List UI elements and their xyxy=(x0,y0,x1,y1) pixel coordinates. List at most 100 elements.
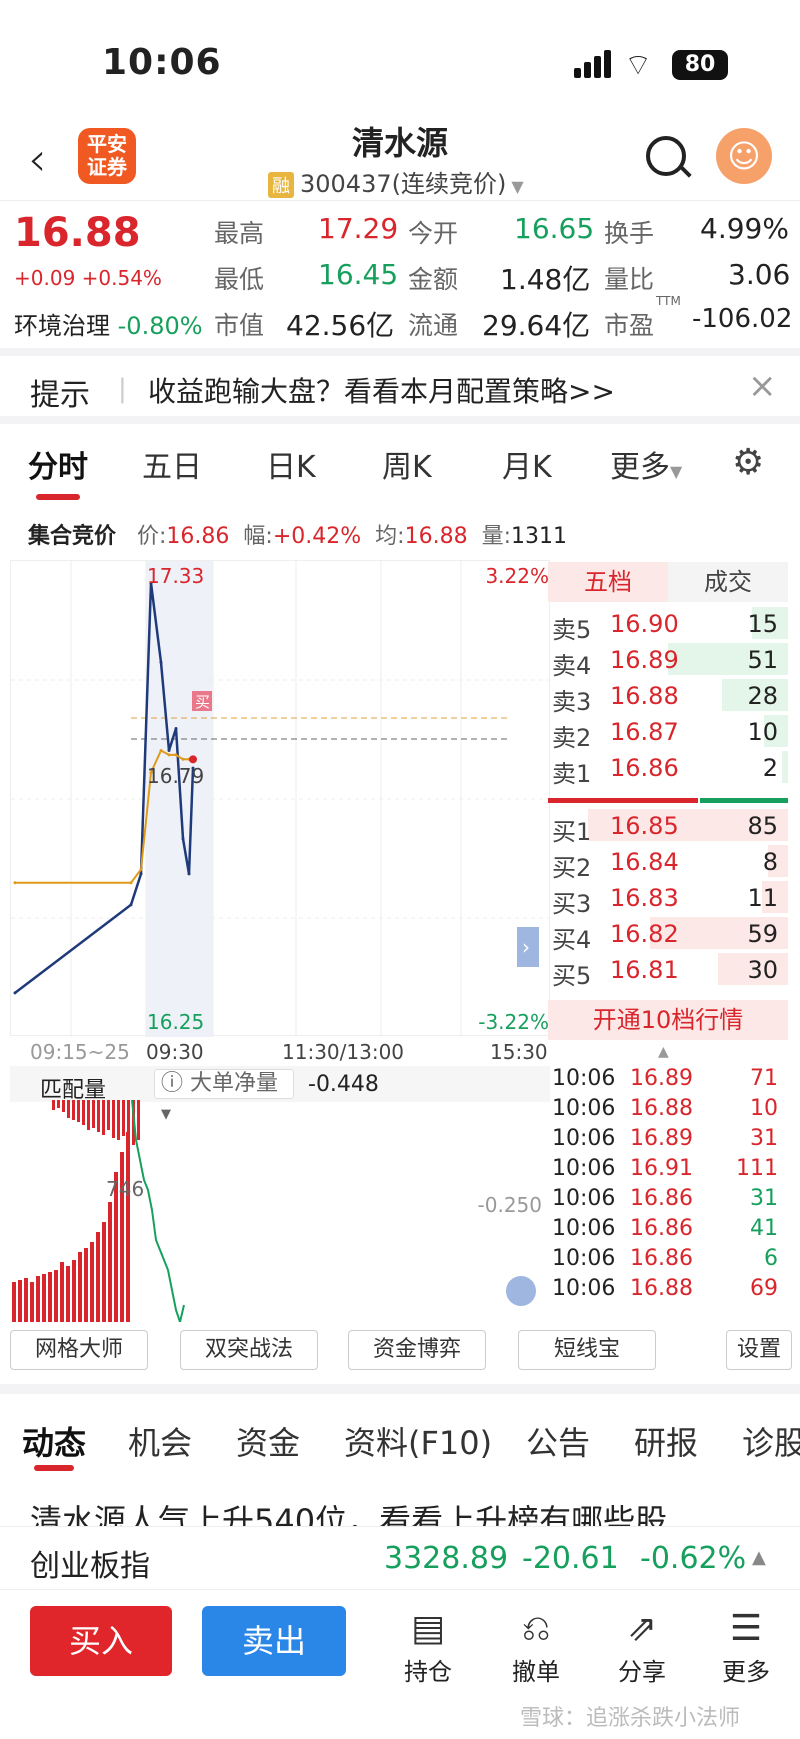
trade-row: 10:06 16.89 71 xyxy=(548,1066,788,1096)
series-point xyxy=(159,749,163,752)
indicator-select[interactable]: ⓘ 大单净量 ▼ xyxy=(154,1069,294,1122)
sell-button[interactable]: 卖出 xyxy=(202,1606,346,1676)
trade-row: 10:06 16.86 31 xyxy=(548,1186,788,1216)
volume-bar-top xyxy=(117,1100,120,1140)
trade-price: 16.88 xyxy=(630,1276,693,1301)
avatar[interactable]: ☺ xyxy=(716,128,772,184)
share-icon: ⇗ xyxy=(626,1608,658,1649)
stock-code-line[interactable]: 融 300437(连续竞价) ▼ xyxy=(268,164,524,199)
holdings-button[interactable]: ▤ 持仓 xyxy=(388,1606,468,1687)
news-headline[interactable]: 清水源人气上升540位，看看上升榜有哪些股 xyxy=(30,1496,770,1526)
time-axis: 09:15~25 09:30 11:30/13:00 15:30 xyxy=(10,1036,550,1066)
chart-tabs: 分时 五日 日K 周K 月K 更多▼ xyxy=(0,430,800,504)
pct-top-label: 3.22% xyxy=(485,564,549,588)
trade-volume: 31 xyxy=(750,1126,778,1151)
trade-volume: 111 xyxy=(736,1156,778,1181)
bid-row[interactable]: 买1 16.85 85 xyxy=(548,806,788,846)
tab-more[interactable]: 更多▼ xyxy=(610,442,682,486)
fund-game-button[interactable]: 资金博弈 xyxy=(348,1330,486,1370)
tab-daily-k[interactable]: 日K xyxy=(266,442,316,486)
trade-row: 10:06 16.86 6 xyxy=(548,1246,788,1276)
fullscreen-icon[interactable] xyxy=(506,1276,536,1306)
time-label-close: 15:30 xyxy=(490,1040,548,1064)
tab-five-levels[interactable]: 五档 xyxy=(548,562,668,602)
volume-bar-bottom xyxy=(84,1248,88,1322)
pe-value: -106.02 xyxy=(692,304,793,334)
tab-trades[interactable]: 成交 xyxy=(668,562,788,602)
trade-time: 10:06 xyxy=(552,1276,616,1301)
share-label: 分享 xyxy=(618,1658,666,1686)
bid-row[interactable]: 买3 16.83 11 xyxy=(548,878,788,918)
index-pct: -0.62% xyxy=(640,1541,747,1576)
volume-chart: 746 -0.250 xyxy=(10,1099,550,1326)
tab-weekly-k[interactable]: 周K xyxy=(382,442,432,486)
info-avg: 16.88 xyxy=(404,524,468,549)
tab-diagnosis[interactable]: 诊股 xyxy=(742,1418,800,1464)
pe-label: 市盈 xyxy=(604,311,655,340)
settings-button[interactable]: 设置 xyxy=(726,1330,792,1370)
tab-f10[interactable]: 资料(F10) xyxy=(344,1418,492,1464)
search-icon[interactable] xyxy=(646,136,686,176)
tip-banner[interactable]: 提示 | 收益跑输大盘？看看本月配置策略>> × xyxy=(0,348,800,424)
ask-row[interactable]: 卖2 16.87 10 xyxy=(548,712,788,752)
ask-row[interactable]: 卖5 16.90 15 xyxy=(548,604,788,644)
tab-intraday[interactable]: 分时 xyxy=(28,442,88,486)
bid-row[interactable]: 买2 16.84 8 xyxy=(548,842,788,882)
scroll-up-icon[interactable]: ▲ xyxy=(658,1044,669,1060)
volume-bar-top xyxy=(122,1100,125,1136)
ask-row[interactable]: 卖3 16.88 28 xyxy=(548,676,788,716)
bid-row[interactable]: 买4 16.82 59 xyxy=(548,914,788,954)
volume-bar-bottom xyxy=(66,1266,70,1322)
grid-master-button[interactable]: 网格大师 xyxy=(10,1330,148,1370)
tab-announcements[interactable]: 公告 xyxy=(526,1418,590,1464)
level-price: 16.83 xyxy=(610,884,679,912)
trade-time: 10:06 xyxy=(552,1066,616,1091)
volume-bar-bottom xyxy=(24,1278,28,1322)
volume-bar-top xyxy=(57,1100,60,1108)
sector-info[interactable]: 环境治理 -0.80% xyxy=(14,306,203,341)
level-price: 16.86 xyxy=(610,754,679,782)
trade-time: 10:06 xyxy=(552,1156,616,1181)
short-term-button[interactable]: 短线宝 xyxy=(518,1330,656,1370)
trade-row: 10:06 16.86 41 xyxy=(548,1216,788,1246)
share-button[interactable]: ⇗ 分享 xyxy=(602,1606,682,1687)
tab-funds[interactable]: 资金 xyxy=(236,1418,300,1464)
more-button[interactable]: ☰ 更多 xyxy=(706,1606,786,1687)
trade-price: 16.86 xyxy=(630,1186,693,1211)
cancel-order-button[interactable]: ⎌ 撤单 xyxy=(496,1606,576,1687)
trade-row: 10:06 16.91 111 xyxy=(548,1156,788,1186)
close-icon[interactable]: × xyxy=(748,366,777,406)
mktcap-value: 42.56亿 xyxy=(286,309,395,342)
back-icon[interactable]: ‹ xyxy=(28,132,46,186)
high-label: 最高 xyxy=(214,219,265,248)
tab-research[interactable]: 研报 xyxy=(634,1418,698,1464)
auction-mode: 集合竞价 xyxy=(28,524,117,549)
buy-button[interactable]: 买入 xyxy=(30,1606,172,1676)
series-point xyxy=(167,753,171,757)
document-icon: ▤ xyxy=(410,1608,445,1649)
y-mid-label: 16.79 xyxy=(147,764,204,788)
info-vol-label: 量: xyxy=(481,524,511,549)
upgrade-l2-button[interactable]: 开通10档行情 xyxy=(548,1000,788,1040)
tab-monthly-k[interactable]: 月K xyxy=(502,442,552,486)
volume-mid-label: 746 xyxy=(106,1177,144,1201)
volume-bar-top xyxy=(52,1100,55,1110)
tool-buttons: 网格大师 双突战法 资金博弈 短线宝 设置 xyxy=(0,1330,800,1380)
trade-volume: 6 xyxy=(764,1246,778,1271)
index-bar[interactable]: 创业板指 3328.89 -20.61 -0.62% ▲ xyxy=(0,1526,800,1590)
ask-row[interactable]: 卖1 16.86 2 xyxy=(548,748,788,788)
volume-bar-top xyxy=(82,1100,85,1125)
tab-five-day[interactable]: 五日 xyxy=(142,442,202,486)
gear-icon[interactable]: ⚙ xyxy=(732,442,764,483)
tip-label: 提示 xyxy=(30,378,90,413)
tab-opportunity[interactable]: 机会 xyxy=(128,1418,192,1464)
volume-bar-bottom xyxy=(36,1276,40,1322)
bid-row[interactable]: 买5 16.81 30 xyxy=(548,950,788,990)
float-label: 流通 xyxy=(408,311,459,340)
wifi-icon: ⌔ xyxy=(624,48,653,83)
ask-row[interactable]: 卖4 16.89 51 xyxy=(548,640,788,680)
intraday-chart[interactable]: 17.33 16.79 16.25 3.22% -3.22% 买 › xyxy=(10,560,551,1037)
tab-news[interactable]: 动态 xyxy=(22,1418,86,1464)
double-breakout-button[interactable]: 双突战法 xyxy=(180,1330,318,1370)
y-bottom-label: 16.25 xyxy=(147,1010,204,1034)
